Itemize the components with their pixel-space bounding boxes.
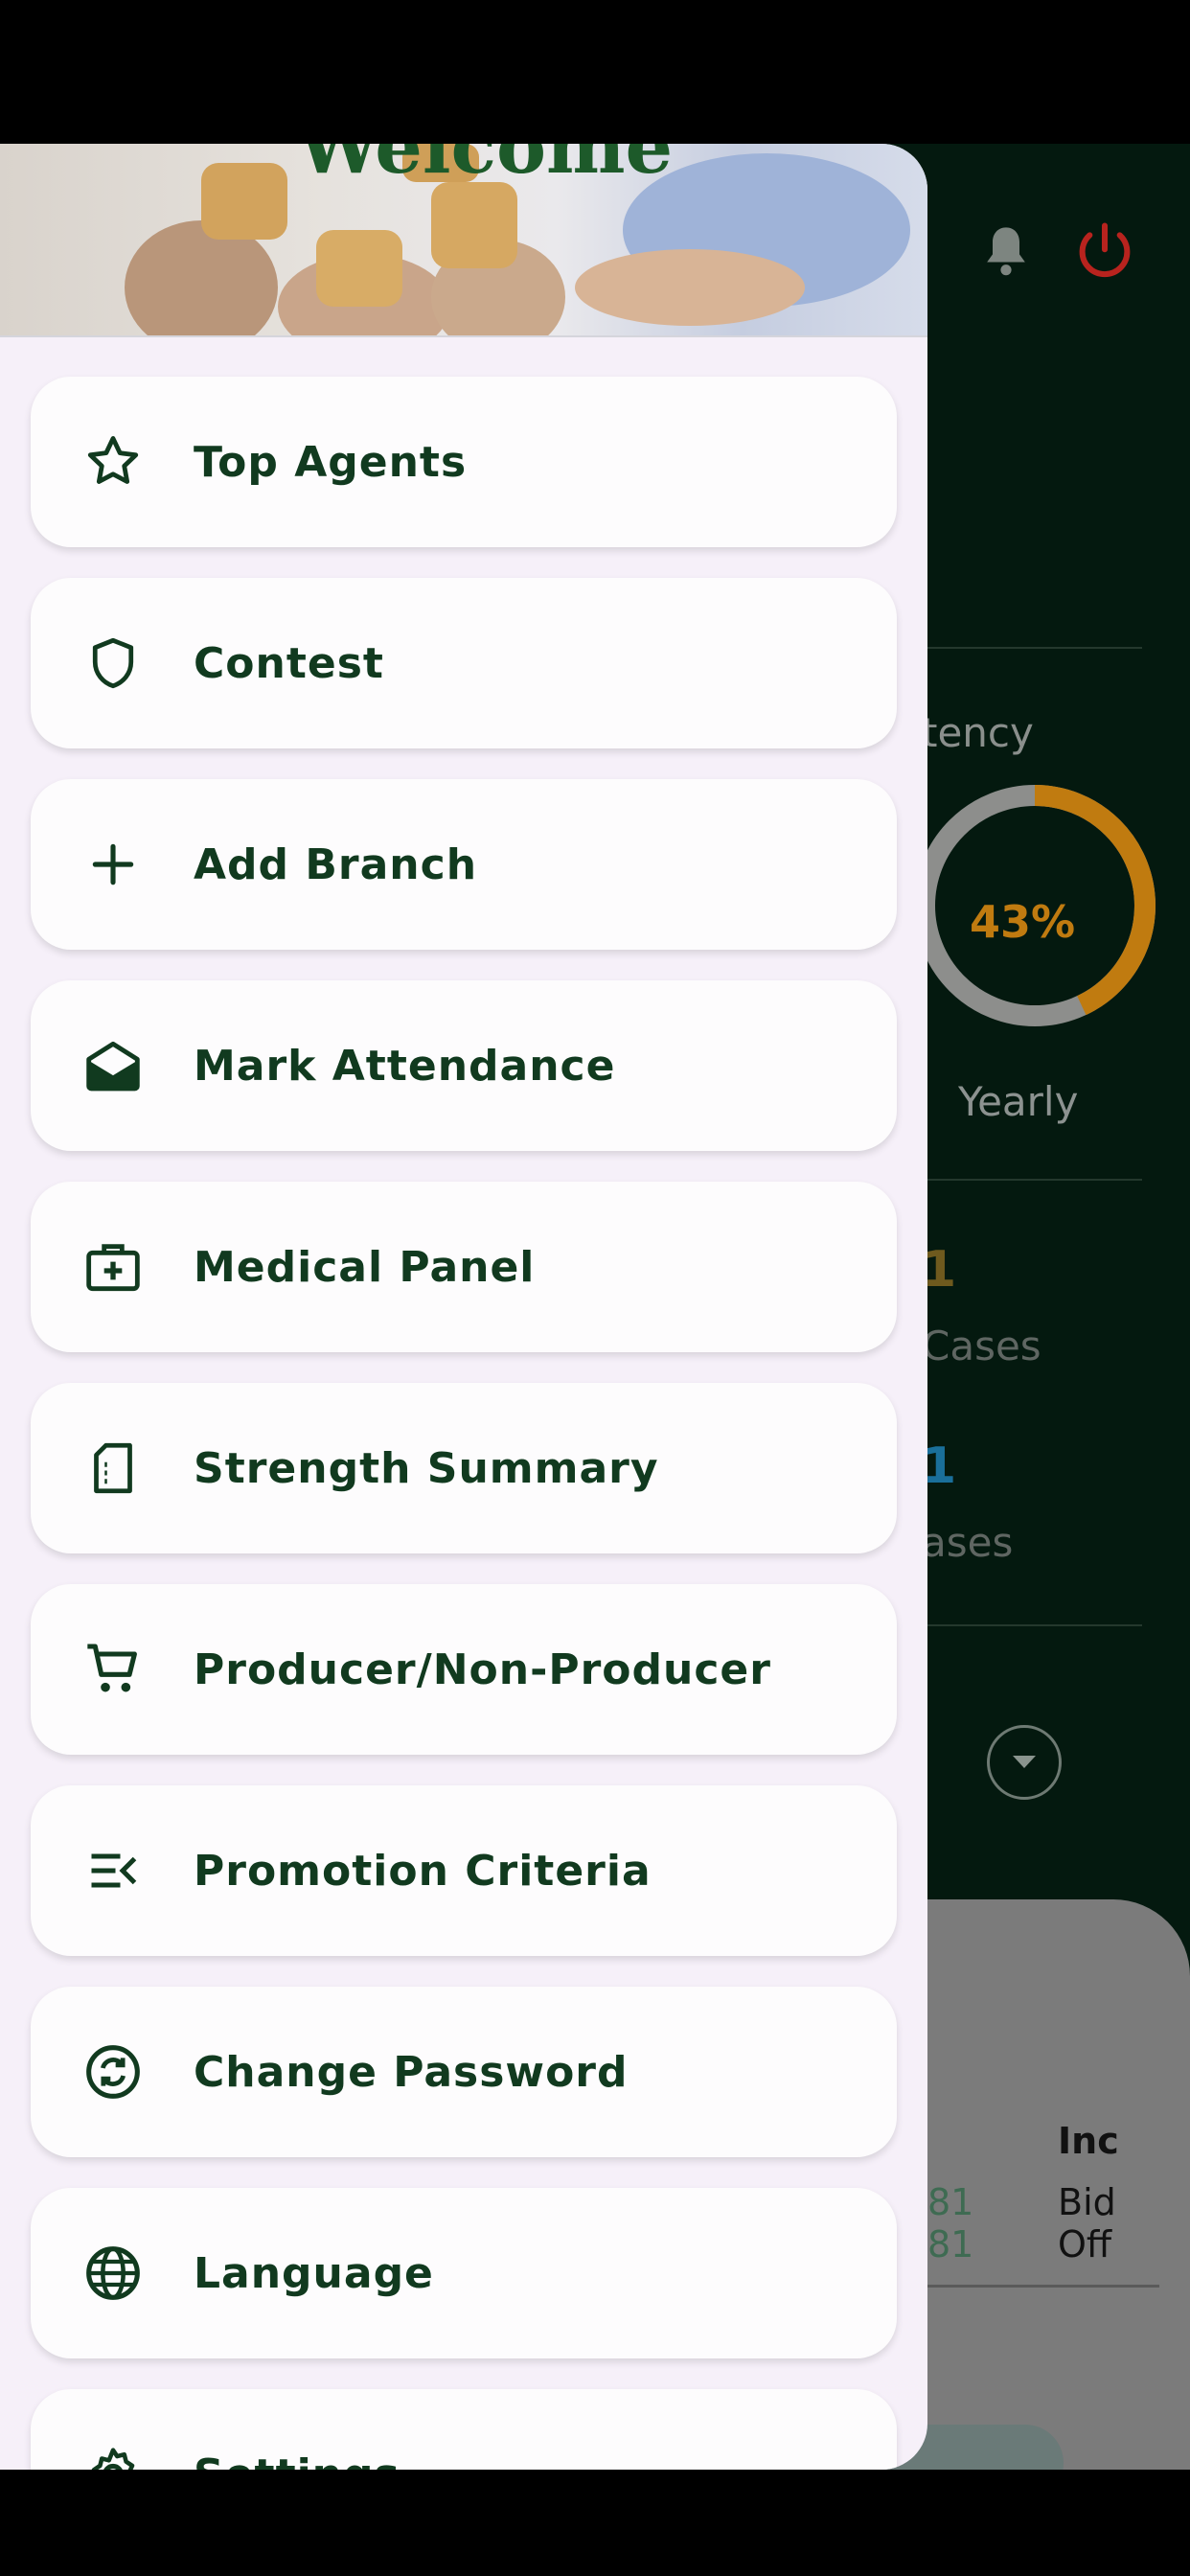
- notification-bell-icon[interactable]: [979, 222, 1033, 282]
- drawer-menu: Top Agents Contest Add Branch Mark Atten…: [31, 377, 897, 2470]
- menu-item-label: Mark Attendance: [194, 1041, 616, 1091]
- menu-item-contest[interactable]: Contest: [31, 578, 897, 748]
- sheet-cell: Off: [1058, 2223, 1112, 2266]
- menu-item-label: Top Agents: [194, 437, 468, 487]
- menu-item-label: Producer/Non-Producer: [194, 1644, 771, 1694]
- menu-item-label: Change Password: [194, 2047, 629, 2097]
- menu-item-top-agents[interactable]: Top Agents: [31, 377, 897, 547]
- star-outline-icon: [80, 429, 146, 494]
- donut-caption: Yearly: [958, 1078, 1079, 1125]
- welcome-title: Welcome: [297, 144, 674, 191]
- sheet-cell: Bid: [1058, 2181, 1116, 2223]
- menu-item-label: Language: [194, 2248, 434, 2298]
- menu-item-change-password[interactable]: Change Password: [31, 1987, 897, 2157]
- medical-kit-icon: [80, 1234, 146, 1300]
- persistency-label: tency: [922, 709, 1034, 756]
- sheet-cell: 81: [927, 2181, 974, 2223]
- expand-dropdown-button[interactable]: [987, 1725, 1062, 1800]
- menu-item-settings[interactable]: Settings: [31, 2389, 897, 2470]
- shield-icon: [80, 631, 146, 696]
- chevron-down-icon: [1013, 1756, 1036, 1768]
- divider: [920, 1179, 1142, 1181]
- refresh-circle-icon: [80, 2039, 146, 2104]
- menu-item-label: Medical Panel: [194, 1242, 536, 1292]
- list-collapse-icon: [80, 1838, 146, 1903]
- sheet-divider: [920, 2285, 1159, 2288]
- navigation-drawer: Welcome Top Agents Contest Add Branch Ma…: [0, 144, 927, 2470]
- mail-open-icon: [80, 1033, 146, 1098]
- stat-label: ases: [922, 1519, 1014, 1566]
- status-bar: [0, 0, 1190, 144]
- gear-icon: [80, 2442, 146, 2470]
- system-navigation-bar: [0, 2470, 1190, 2576]
- logout-power-icon[interactable]: [1073, 220, 1136, 284]
- donut-percent: 43%: [970, 896, 1076, 948]
- divider: [920, 647, 1142, 649]
- menu-item-label: Add Branch: [194, 840, 478, 889]
- menu-item-label: Strength Summary: [194, 1443, 659, 1493]
- menu-item-label: Contest: [194, 638, 384, 688]
- menu-item-label: Promotion Criteria: [194, 1846, 652, 1896]
- menu-item-label: Settings: [194, 2450, 400, 2471]
- menu-item-promotion-criteria[interactable]: Promotion Criteria: [31, 1785, 897, 1956]
- shopping-cart-icon: [80, 1637, 146, 1702]
- plus-icon: [80, 832, 146, 897]
- drawer-header-image: Welcome: [0, 144, 927, 337]
- menu-item-add-branch[interactable]: Add Branch: [31, 779, 897, 950]
- menu-item-language[interactable]: Language: [31, 2188, 897, 2358]
- document-icon: [80, 1436, 146, 1501]
- stat-label: Cases: [922, 1322, 1041, 1369]
- menu-item-medical-panel[interactable]: Medical Panel: [31, 1182, 897, 1352]
- menu-item-producer-non-producer[interactable]: Producer/Non-Producer: [31, 1584, 897, 1755]
- menu-item-strength-summary[interactable]: Strength Summary: [31, 1383, 897, 1553]
- menu-item-mark-attendance[interactable]: Mark Attendance: [31, 980, 897, 1151]
- divider: [920, 1624, 1142, 1626]
- globe-icon: [80, 2241, 146, 2306]
- sheet-column-header: Inc: [1058, 2120, 1119, 2162]
- sheet-cell: 81: [927, 2223, 974, 2266]
